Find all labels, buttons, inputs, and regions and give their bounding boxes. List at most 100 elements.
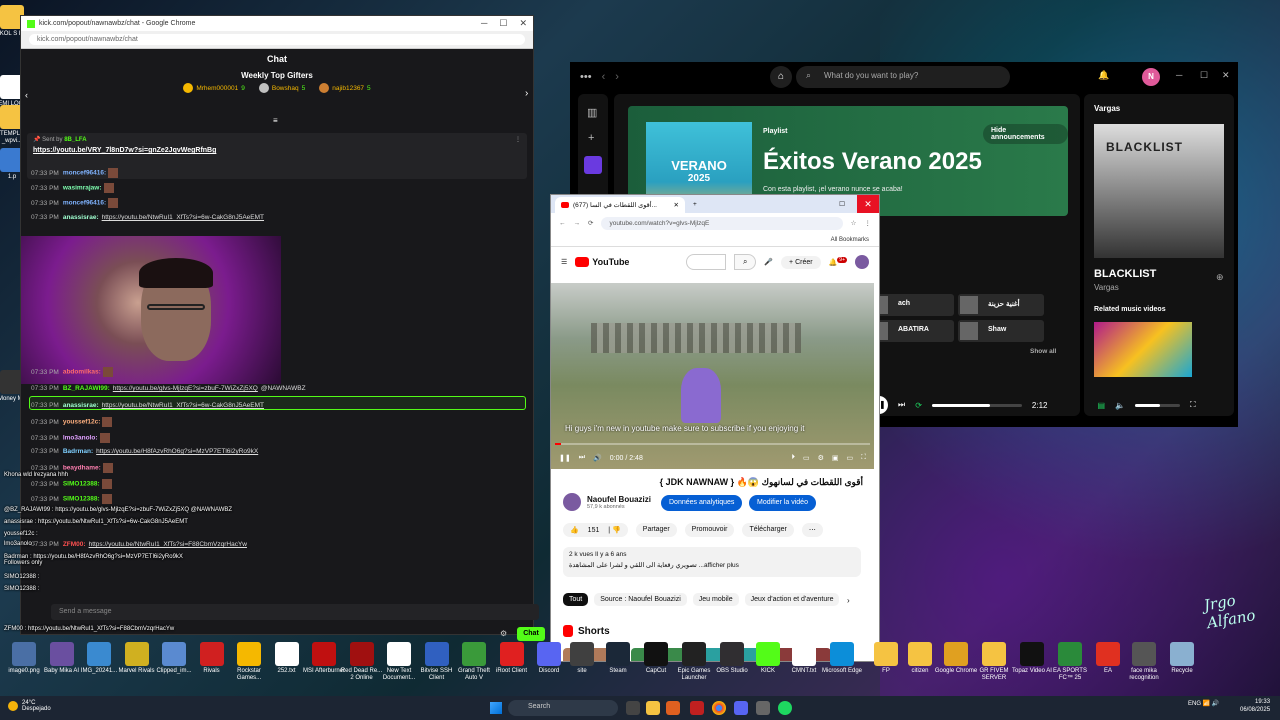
more-options-icon[interactable]: ••• (580, 71, 592, 83)
chip[interactable]: Source : Naoufel Bouazizi (594, 593, 687, 606)
chrome-icon[interactable] (712, 701, 726, 715)
message-username[interactable]: BZ_RAJAWI99: (63, 385, 110, 392)
chat-message[interactable]: 07:33 PM moncef96416: (31, 198, 119, 208)
liked-songs-icon[interactable] (584, 156, 602, 174)
youtube-tab[interactable]: (677) أقوى اللقطات في السا... ✕ (555, 197, 685, 213)
discord-icon[interactable] (734, 701, 748, 715)
chat-input[interactable]: Send a message (51, 604, 539, 620)
taskbar-search[interactable]: Search (508, 700, 618, 716)
message-username[interactable]: ZFM00: (63, 541, 86, 548)
kick-url[interactable]: kick.com/popout/nawnawbz/chat (29, 34, 525, 45)
download-button[interactable]: Télécharger (742, 523, 794, 537)
gifter-entry[interactable]: najib12367 5 (319, 83, 371, 93)
fullscreen-icon[interactable]: ⛶ (861, 454, 866, 462)
clock[interactable]: 19:33 06/08/2025 (1240, 699, 1270, 715)
related-video-thumbnail[interactable] (1094, 322, 1192, 377)
search-icon[interactable]: ⌕ (734, 254, 757, 270)
volume-icon[interactable]: 🔈 (1115, 401, 1125, 410)
message-link[interactable]: https://youtu.be/NtwRuI1_XfTs?si=6w-CakG… (102, 402, 264, 409)
more-options-icon[interactable]: ⋯ (801, 523, 823, 537)
chip[interactable]: Jeux d'action et d'aventure (744, 593, 840, 606)
shortcut-card[interactable]: Shaw (958, 320, 1044, 342)
chat-message[interactable]: 07:33 PM moncef96416: (31, 168, 119, 178)
chat-message[interactable]: 07:33 PM wasimrajaw: (31, 183, 114, 193)
chat-message[interactable]: 07:33 PM ZFM00: https://youtu.be/NtwRuI1_X… (31, 541, 247, 548)
youtube-search-input[interactable] (686, 254, 727, 270)
chat-message[interactable]: 07:33 PM BZ_RAJAWI99: https://youtu.be/glv… (31, 385, 306, 392)
app-icon[interactable] (666, 701, 680, 715)
close-icon[interactable]: ✕ (519, 18, 527, 29)
chat-send-button[interactable]: Chat (517, 627, 545, 641)
message-username[interactable]: moncef96416: (63, 200, 106, 207)
tab-close-icon[interactable]: ✕ (674, 201, 679, 209)
wifi-icon[interactable]: 📶 (1203, 701, 1210, 707)
shortcut-card[interactable]: ach (868, 294, 954, 316)
channel-info[interactable]: Naoufel Bouazizi 57,9 k abonnés (563, 493, 651, 511)
weather-widget[interactable]: 24°C Despejado (8, 700, 51, 712)
kick-address-bar[interactable]: kick.com/popout/nawnawbz/chat (21, 31, 533, 49)
more-options-icon[interactable]: ⋮ (515, 136, 521, 143)
pinned-link[interactable]: https://youtu.be/VRY_7l8nD7w?si=gnZe2Jqv… (33, 147, 521, 154)
url-field[interactable]: youtube.com/watch?v=glvs-MjlzqE (601, 216, 843, 230)
chat-message[interactable]: 07:33 PM anassisrae: https://youtu.be/NtwR… (31, 214, 264, 221)
forward-arrow-icon[interactable]: → (574, 220, 581, 227)
chat-settings-icon[interactable]: ⚙ (500, 629, 507, 638)
back-arrow-icon[interactable]: ← (559, 220, 566, 227)
chip[interactable]: Tout (563, 593, 589, 606)
message-username[interactable]: anassisrae: (63, 214, 99, 221)
back-arrow-icon[interactable]: ‹ (602, 71, 606, 83)
reload-icon[interactable]: ⟳ (588, 219, 593, 227)
speaker-icon[interactable]: 🔊 (1212, 701, 1219, 707)
home-icon[interactable]: ⌂ (770, 66, 792, 88)
gifter-entry[interactable]: Mrhem000001 9 (183, 83, 245, 93)
close-icon[interactable]: ✕ (1222, 70, 1230, 81)
bell-icon[interactable]: 🔔 (1098, 70, 1109, 81)
subtitles-icon[interactable]: ▭ (803, 454, 810, 462)
language-indicator[interactable]: ENG (1188, 701, 1201, 707)
hamburger-icon[interactable]: ☰ (561, 258, 567, 266)
avatar[interactable]: N (1142, 68, 1160, 86)
chat-message[interactable]: 07:33 PM lmo3anolo: (31, 433, 110, 443)
message-username[interactable]: Badrman: (63, 448, 93, 455)
minimize-icon[interactable]: ─ (481, 18, 487, 29)
chevron-left-icon[interactable]: ‹ (25, 90, 28, 100)
create-button[interactable]: + Créer (781, 255, 821, 269)
bell-icon[interactable]: 🔔 9+ (829, 257, 847, 267)
volume-icon[interactable]: 🔊 (593, 454, 602, 462)
forward-arrow-icon[interactable]: › (615, 71, 619, 83)
task-view-icon[interactable] (626, 701, 640, 715)
youtube-browser-window[interactable]: (677) أقوى اللقطات في السا... ✕ + ☐ ✕ ← … (550, 194, 880, 662)
message-link[interactable]: https://youtu.be/glvs-MjlzqE?si=zbuF-7Wi… (113, 385, 258, 392)
library-icon[interactable]: ▥ (587, 106, 597, 119)
message-username[interactable]: abdomilkas: (63, 369, 101, 376)
message-username[interactable]: moncef96416: (63, 170, 106, 177)
video-description[interactable]: 2 k vues Il y a 6 ans تصويري رقعاية الى … (563, 547, 861, 577)
all-bookmarks[interactable]: All Bookmarks (831, 237, 869, 243)
miniplayer-icon[interactable]: ▣ (832, 454, 839, 462)
pause-icon[interactable]: ❚❚ (559, 454, 571, 462)
message-link[interactable]: https://youtu.be/NtwRuI1_XfTs?si=F88CbmV… (89, 541, 247, 548)
shortcut-card[interactable]: أغنية حزينة (958, 294, 1044, 316)
message-link[interactable]: https://youtu.be/H8fAzvRhO6g?si=MzVP7ETl… (96, 448, 258, 455)
next-icon[interactable]: ⏭ (898, 400, 905, 410)
new-tab-icon[interactable]: + (693, 201, 697, 208)
maximize-icon[interactable]: ☐ (1200, 70, 1208, 81)
message-username[interactable]: SIMO12388: (63, 481, 100, 488)
maximize-icon[interactable]: ☐ (839, 200, 845, 208)
track-artist[interactable]: Vargas (1094, 283, 1119, 292)
chat-message[interactable]: 07:33 PM SIMO12388: (31, 494, 112, 504)
pinned-sender[interactable]: 8B_LFA (64, 137, 86, 143)
theater-icon[interactable]: ▭ (846, 454, 853, 462)
star-icon[interactable]: ☆ (851, 219, 857, 227)
video-progress-bar[interactable] (555, 443, 870, 445)
message-username[interactable]: beaydhame: (63, 465, 101, 472)
channel-name[interactable]: Naoufel Bouazizi (587, 495, 651, 504)
message-username[interactable]: youssef12c: (63, 419, 101, 426)
track-title[interactable]: BLACKLIST (1094, 268, 1156, 280)
gear-icon[interactable] (756, 701, 770, 715)
spotify-icon[interactable] (778, 701, 792, 715)
show-all-link[interactable]: Show all (1030, 348, 1056, 355)
app-icon[interactable] (690, 701, 704, 715)
message-username[interactable]: wasimrajaw: (63, 185, 102, 192)
kick-chat-window[interactable]: kick.com/popout/nawnawbz/chat - Google C… (20, 15, 545, 641)
